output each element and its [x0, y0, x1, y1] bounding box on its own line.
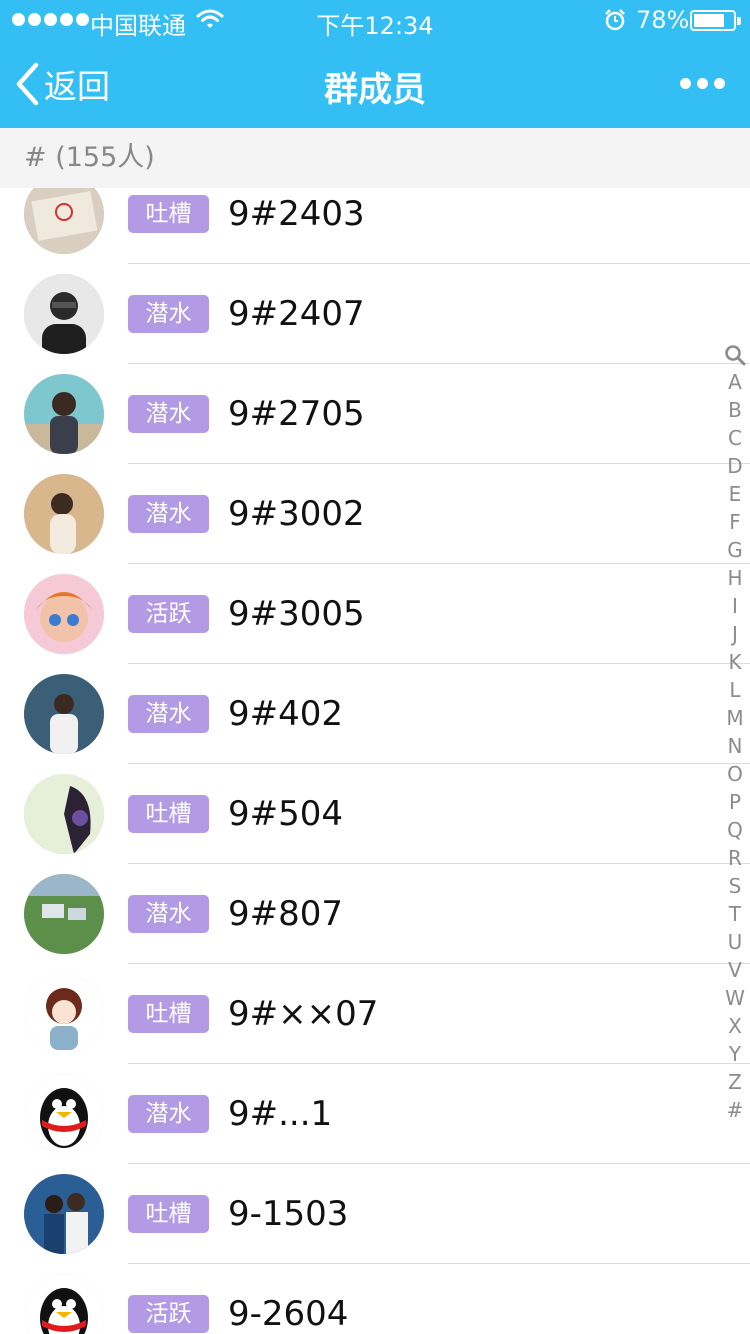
member-name: 9#2407: [228, 294, 365, 334]
member-level-badge: 潜水: [128, 395, 209, 433]
page-title: 群成员: [324, 70, 426, 110]
section-header: # (155人): [0, 128, 750, 188]
member-level-badge: 吐槽: [128, 795, 209, 833]
member-level-badge: 吐槽: [128, 995, 209, 1033]
member-row[interactable]: 吐槽 9#504: [0, 764, 750, 864]
index-letter[interactable]: Q: [720, 816, 750, 844]
index-letter[interactable]: H: [720, 564, 750, 592]
member-row[interactable]: 活跃 9#3005: [0, 564, 750, 664]
member-name: 9#3002: [228, 494, 365, 534]
member-row[interactable]: 潜水 9#402: [0, 664, 750, 764]
index-letter[interactable]: K: [720, 648, 750, 676]
avatar[interactable]: [24, 1174, 104, 1254]
member-row[interactable]: 吐槽 9#××07: [0, 964, 750, 1064]
index-letter[interactable]: D: [720, 452, 750, 480]
index-letter[interactable]: G: [720, 536, 750, 564]
member-row[interactable]: 潜水 9#2705: [0, 364, 750, 464]
index-letter[interactable]: A: [720, 368, 750, 396]
member-level-badge: 潜水: [128, 695, 209, 733]
index-letter[interactable]: #: [720, 1096, 750, 1124]
member-name: 9#2705: [228, 394, 365, 434]
member-level-badge: 吐槽: [128, 195, 209, 233]
member-level-badge: 潜水: [128, 895, 209, 933]
member-level-badge: 潜水: [128, 495, 209, 533]
battery-percent: 78%: [636, 6, 690, 34]
index-letter[interactable]: V: [720, 956, 750, 984]
index-letter[interactable]: C: [720, 424, 750, 452]
member-row[interactable]: 潜水 9#2407: [0, 264, 750, 364]
member-name: 9#××07: [228, 994, 379, 1034]
navigation-bar: 返回 群成员: [0, 40, 750, 128]
alphabet-index-bar[interactable]: A B C D E F G H I J K L M N O P Q R S T U V W X Y Z #: [720, 342, 750, 1124]
status-bar: 中国联通 下午12:34 78%: [0, 0, 750, 40]
index-letter[interactable]: Y: [720, 1040, 750, 1068]
member-level-badge: 活跃: [128, 595, 209, 633]
member-row[interactable]: 潜水 9#807: [0, 864, 750, 964]
member-name: 9#...1: [228, 1094, 333, 1134]
avatar[interactable]: [24, 474, 104, 554]
avatar[interactable]: [24, 774, 104, 854]
index-letter[interactable]: P: [720, 788, 750, 816]
member-name: 9#3005: [228, 594, 365, 634]
index-letter[interactable]: O: [720, 760, 750, 788]
index-letter[interactable]: E: [720, 480, 750, 508]
member-row[interactable]: 潜水 9#3002: [0, 464, 750, 564]
index-letter[interactable]: B: [720, 396, 750, 424]
avatar[interactable]: [24, 374, 104, 454]
avatar[interactable]: [24, 974, 104, 1054]
more-dots-icon: [680, 78, 691, 89]
member-name: 9#807: [228, 894, 344, 934]
member-level-badge: 活跃: [128, 1295, 209, 1333]
member-name: 9#504: [228, 794, 344, 834]
member-name: 9#2403: [228, 194, 365, 234]
index-letter[interactable]: I: [720, 592, 750, 620]
avatar[interactable]: [24, 674, 104, 754]
index-letter[interactable]: W: [720, 984, 750, 1012]
member-level-badge: 吐槽: [128, 1195, 209, 1233]
member-row[interactable]: 活跃 9-2604: [0, 1264, 750, 1334]
avatar[interactable]: [24, 274, 104, 354]
battery-icon: [690, 10, 741, 31]
member-name: 9-1503: [228, 1194, 349, 1234]
member-level-badge: 潜水: [128, 1095, 209, 1133]
avatar[interactable]: [24, 874, 104, 954]
avatar[interactable]: [24, 574, 104, 654]
index-letter[interactable]: F: [720, 508, 750, 536]
index-letter[interactable]: M: [720, 704, 750, 732]
index-letter[interactable]: X: [720, 1012, 750, 1040]
member-name: 9-2604: [228, 1294, 349, 1334]
more-options-button[interactable]: [680, 78, 725, 89]
index-letter[interactable]: T: [720, 900, 750, 928]
member-list: 吐槽 9#2403 潜水 9#2407 潜水 9#2705 潜水 9#3002 活跃 9#3005…: [0, 164, 750, 1334]
index-letter[interactable]: L: [720, 676, 750, 704]
member-row[interactable]: 潜水 9#...1: [0, 1064, 750, 1164]
avatar[interactable]: [24, 1074, 104, 1154]
member-level-badge: 潜水: [128, 295, 209, 333]
member-row[interactable]: 吐槽 9-1503: [0, 1164, 750, 1264]
index-letter[interactable]: R: [720, 844, 750, 872]
alarm-icon: [603, 8, 627, 38]
search-icon[interactable]: [724, 342, 746, 368]
index-letter[interactable]: U: [720, 928, 750, 956]
avatar[interactable]: [24, 1274, 104, 1334]
index-letter[interactable]: N: [720, 732, 750, 760]
index-letter[interactable]: J: [720, 620, 750, 648]
member-name: 9#402: [228, 694, 344, 734]
index-letter[interactable]: S: [720, 872, 750, 900]
index-letter[interactable]: Z: [720, 1068, 750, 1096]
